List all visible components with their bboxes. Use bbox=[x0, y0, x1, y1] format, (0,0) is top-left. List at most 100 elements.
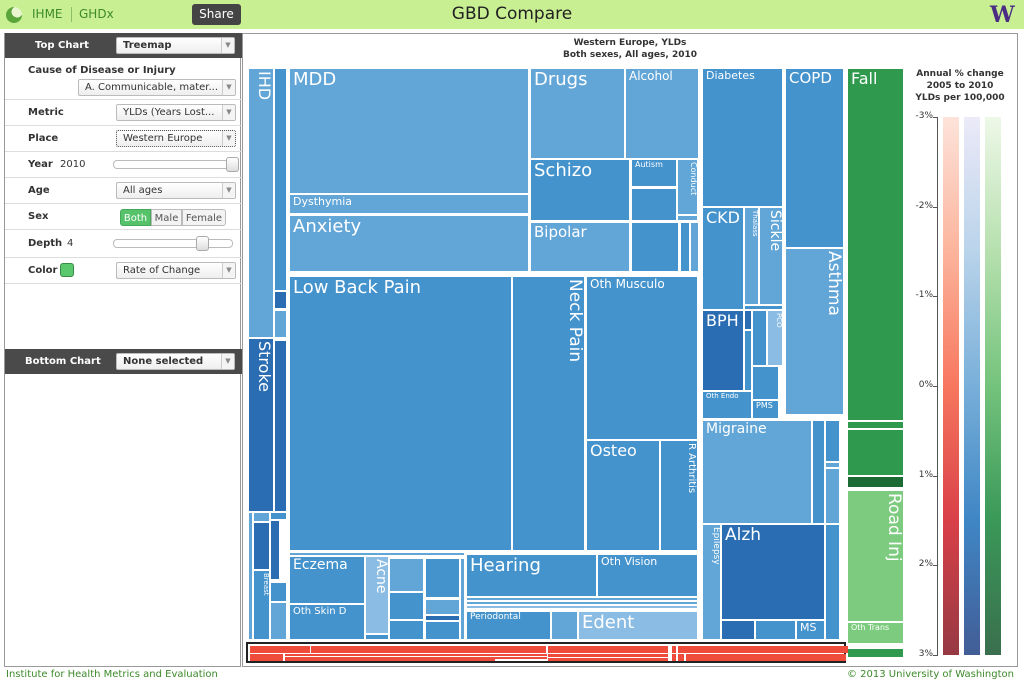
treemap-cell[interactable] bbox=[274, 340, 287, 512]
treemap-cell[interactable] bbox=[680, 222, 690, 272]
treemap-cell-edent[interactable]: Edent bbox=[578, 611, 698, 640]
treemap-cell-alzh[interactable]: Alzh bbox=[721, 524, 825, 620]
treemap-cell-pms[interactable]: PMS bbox=[752, 400, 779, 419]
treemap-cell[interactable] bbox=[389, 592, 424, 620]
treemap-cell[interactable] bbox=[270, 582, 287, 602]
treemap-cell[interactable] bbox=[678, 654, 684, 661]
treemap-cell-ckd[interactable]: CKD bbox=[702, 207, 744, 310]
treemap-cell-asthma[interactable]: Asthma bbox=[785, 248, 844, 415]
treemap-cell[interactable] bbox=[274, 68, 287, 291]
treemap-cell[interactable] bbox=[847, 648, 904, 658]
year-slider[interactable] bbox=[113, 157, 239, 172]
treemap-cell-copd[interactable]: COPD bbox=[785, 68, 844, 248]
color-swatch[interactable] bbox=[60, 263, 74, 277]
depth-slider-handle[interactable] bbox=[196, 236, 209, 251]
treemap-cell-autism[interactable]: Autism bbox=[631, 159, 677, 187]
sex-male-button[interactable]: Male bbox=[151, 209, 182, 226]
treemap-cell[interactable] bbox=[548, 654, 668, 657]
treemap-cell[interactable] bbox=[721, 620, 755, 640]
treemap-cell-pco[interactable]: PCO bbox=[767, 310, 783, 366]
sex-female-button[interactable]: Female bbox=[182, 209, 226, 226]
footer-copyright[interactable]: © 2013 University of Washington bbox=[847, 669, 1014, 680]
treemap-cell-ms[interactable]: MS bbox=[796, 620, 825, 640]
treemap-cell[interactable] bbox=[672, 646, 676, 653]
treemap-cell-sickle[interactable]: Sickle bbox=[759, 207, 783, 305]
treemap-cell[interactable] bbox=[631, 222, 679, 272]
treemap-cell[interactable] bbox=[825, 468, 840, 524]
treemap-cell[interactable] bbox=[551, 611, 578, 640]
treemap-cell[interactable] bbox=[825, 420, 840, 462]
treemap-cell-rarth[interactable]: R Arthritis bbox=[660, 440, 698, 551]
color-select[interactable]: Rate of Change ▼ bbox=[116, 262, 236, 279]
cause-select[interactable]: A. Communicable, mater... ▼ bbox=[78, 79, 236, 96]
treemap-cell[interactable] bbox=[548, 658, 618, 661]
treemap-cell[interactable] bbox=[425, 558, 460, 598]
treemap-cell-eczema[interactable]: Eczema bbox=[289, 556, 365, 604]
treemap-cell[interactable] bbox=[425, 621, 460, 640]
treemap-cell-ihd[interactable]: IHD bbox=[248, 68, 274, 338]
treemap-cell[interactable] bbox=[825, 524, 840, 640]
treemap-cell[interactable] bbox=[677, 215, 698, 221]
treemap-cell[interactable] bbox=[270, 520, 280, 580]
treemap-cell[interactable] bbox=[548, 646, 668, 653]
treemap-cell[interactable] bbox=[744, 330, 752, 391]
treemap-cell-schizo[interactable]: Schizo bbox=[530, 159, 630, 221]
treemap-cell[interactable] bbox=[686, 654, 846, 661]
treemap-cell[interactable] bbox=[847, 421, 904, 429]
treemap-red-group[interactable] bbox=[246, 642, 848, 663]
treemap-cell[interactable] bbox=[389, 620, 424, 640]
treemap-cell[interactable] bbox=[250, 654, 283, 661]
treemap-cell-thalass[interactable]: Thalass bbox=[744, 207, 759, 305]
treemap-cell-drugs[interactable]: Drugs bbox=[530, 68, 625, 159]
treemap-cell-migraine[interactable]: Migraine bbox=[702, 420, 812, 524]
treemap-cell[interactable] bbox=[253, 522, 270, 570]
treemap-cell[interactable] bbox=[250, 646, 310, 653]
treemap-cell[interactable] bbox=[365, 634, 389, 640]
treemap-cell-othvision[interactable]: Oth Vision bbox=[597, 554, 698, 597]
treemap-cell[interactable] bbox=[311, 646, 546, 653]
treemap-cell[interactable] bbox=[672, 654, 676, 661]
treemap-cell-othmus[interactable]: Oth Musculo bbox=[586, 276, 698, 440]
treemap-cell-lbp[interactable]: Low Back Pain bbox=[289, 276, 512, 551]
treemap-cell[interactable] bbox=[466, 605, 698, 609]
treemap-cell[interactable] bbox=[847, 476, 904, 488]
treemap-cell-neck[interactable]: Neck Pain bbox=[512, 276, 585, 551]
treemap-cell-anxiety[interactable]: Anxiety bbox=[289, 215, 529, 272]
treemap-cell-fall[interactable]: Fall bbox=[847, 68, 904, 421]
footer-ihme-link[interactable]: Institute for Health Metrics and Evaluat… bbox=[6, 669, 218, 680]
treemap-cell[interactable] bbox=[618, 658, 668, 661]
treemap-cell-periodontal[interactable]: Periodontal bbox=[466, 611, 551, 640]
treemap-cell[interactable] bbox=[389, 558, 424, 592]
year-slider-handle[interactable] bbox=[226, 157, 239, 172]
treemap-cell-othtrans[interactable]: Oth Trans bbox=[847, 622, 904, 644]
treemap-cell-breast[interactable]: Breast bbox=[253, 570, 270, 640]
treemap-cell-othskin[interactable]: Oth Skin D bbox=[289, 604, 365, 640]
treemap-cell[interactable] bbox=[285, 659, 495, 661]
sex-both-button[interactable]: Both bbox=[120, 209, 151, 226]
treemap-cell[interactable] bbox=[678, 646, 848, 653]
top-chart-select[interactable]: Treemap ▼ bbox=[116, 37, 235, 54]
treemap-cell[interactable] bbox=[253, 512, 270, 522]
age-select[interactable]: All ages ▼ bbox=[116, 182, 236, 199]
treemap-cell-epilepsy[interactable]: Epilepsy bbox=[702, 524, 721, 640]
treemap-cell-bipolar[interactable]: Bipolar bbox=[530, 222, 630, 272]
treemap-cell[interactable] bbox=[425, 599, 460, 615]
treemap-cell[interactable] bbox=[460, 558, 465, 640]
uw-logo-icon[interactable]: W bbox=[990, 2, 1015, 28]
treemap-cell[interactable] bbox=[270, 512, 287, 520]
treemap-cell-conduct[interactable]: Conduct bbox=[677, 159, 698, 215]
treemap-cell-othendo[interactable]: Oth Endo bbox=[702, 391, 752, 419]
place-select[interactable]: Western Europe ▼ bbox=[116, 130, 236, 147]
treemap-cell-bph[interactable]: BPH bbox=[702, 310, 744, 391]
treemap-cell[interactable] bbox=[752, 366, 779, 400]
depth-slider[interactable] bbox=[113, 236, 233, 251]
treemap-cell-osteo[interactable]: Osteo bbox=[586, 440, 660, 551]
treemap-cell[interactable] bbox=[755, 620, 796, 640]
treemap-cell-mdd[interactable]: MDD bbox=[289, 68, 529, 194]
metric-select[interactable]: YLDs (Years Lost... ▼ bbox=[116, 104, 236, 121]
treemap-cell-hearing[interactable]: Hearing bbox=[466, 554, 597, 597]
treemap-cell-dysthymia[interactable]: Dysthymia bbox=[289, 194, 529, 214]
treemap-cell[interactable] bbox=[274, 310, 287, 338]
treemap-cell[interactable] bbox=[752, 310, 767, 366]
treemap-cell[interactable] bbox=[274, 291, 287, 309]
